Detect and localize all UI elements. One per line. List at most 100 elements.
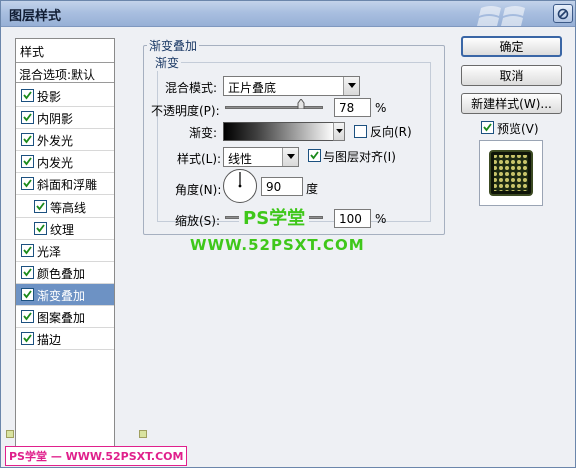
- checkmark-icon: [483, 123, 492, 132]
- opacity-value: 78: [339, 101, 355, 115]
- gradient-picker-dropdown[interactable]: [333, 122, 345, 141]
- styles-list: 样式 混合选项:默认 投影内阴影外发光内发光斜面和浮雕等高线纹理光泽颜色叠加渐变…: [15, 38, 115, 458]
- style-item-checkbox[interactable]: [21, 89, 34, 102]
- style-item-label: 内阴影: [37, 112, 74, 127]
- watermark-url: WWW.52PSXT.COM: [190, 236, 365, 254]
- checkmark-icon: [23, 91, 32, 100]
- style-item-checkbox[interactable]: [34, 221, 47, 235]
- gradient-subgroup-title: 渐变: [153, 54, 182, 71]
- opacity-slider-thumb[interactable]: [297, 99, 305, 109]
- cancel-button[interactable]: 取消: [461, 65, 562, 86]
- style-item[interactable]: 内发光: [16, 151, 114, 174]
- ok-button[interactable]: 确定: [461, 36, 562, 57]
- footer-watermark: PS学堂 — WWW.52PSXT.COM: [5, 446, 188, 466]
- new-style-button[interactable]: 新建样式(W)...: [461, 93, 562, 114]
- reverse-label: 反向(R): [370, 125, 412, 139]
- style-item[interactable]: 图案叠加: [16, 306, 114, 328]
- opacity-slider-track[interactable]: [225, 106, 323, 109]
- style-item-label: 图案叠加: [37, 311, 86, 325]
- style-item-label: 斜面和浮雕: [37, 178, 98, 193]
- ok-button-label: 确定: [499, 40, 524, 54]
- style-item-checkbox[interactable]: [34, 199, 47, 213]
- style-item[interactable]: 等高线: [16, 196, 114, 218]
- style-item-checkbox[interactable]: [21, 287, 34, 301]
- style-item-checkbox[interactable]: [21, 133, 34, 147]
- style-item-checkbox[interactable]: [21, 177, 34, 191]
- blend-options-item[interactable]: 混合选项:默认: [16, 63, 114, 83]
- gradient-preview[interactable]: [223, 122, 335, 141]
- dialog-title: 图层样式: [9, 9, 62, 24]
- style-item[interactable]: 纹理: [16, 218, 114, 240]
- layer-style-dialog: 图层样式 样式 混合选项:默认 投影内阴影外发光内发光斜面和浮雕等高线纹理光泽颜…: [0, 0, 576, 468]
- blend-options-label: 混合选项:默认: [19, 68, 96, 82]
- chevron-down-icon: [333, 123, 344, 140]
- scale-label: 缩放(S):: [175, 214, 221, 228]
- checkmark-icon: [23, 312, 32, 321]
- style-item-checkbox[interactable]: [21, 310, 34, 323]
- windows-logo-icon: [477, 6, 525, 26]
- align-with-layer-checkbox[interactable]: [308, 149, 321, 162]
- checkmark-icon: [23, 334, 32, 343]
- style-item-label: 光泽: [37, 244, 62, 259]
- style-item-label: 内发光: [37, 156, 74, 171]
- close-button[interactable]: [553, 4, 573, 23]
- checkmark-icon: [310, 151, 319, 160]
- opacity-unit: %: [375, 101, 387, 115]
- checkmark-icon: [36, 201, 45, 210]
- gradient-style-select[interactable]: 线性: [223, 147, 299, 167]
- blend-mode-select[interactable]: 正片叠底: [223, 76, 360, 96]
- close-x-icon: [557, 8, 569, 19]
- angle-dial-needle: [238, 172, 242, 188]
- angle-value: 90: [266, 180, 282, 194]
- scale-unit: %: [375, 212, 387, 226]
- style-item-label: 纹理: [50, 222, 75, 237]
- style-item-checkbox[interactable]: [21, 265, 34, 279]
- angle-input[interactable]: 90: [261, 177, 303, 196]
- preview-swatch-icon: [489, 150, 533, 196]
- preview-checkbox[interactable]: [481, 121, 494, 134]
- preview-label: 预览(V): [497, 122, 539, 136]
- scale-input[interactable]: 100: [334, 209, 371, 228]
- angle-dial[interactable]: [223, 169, 257, 203]
- title-bar: 图层样式: [1, 1, 575, 27]
- checkmark-icon: [23, 113, 32, 122]
- chevron-down-icon: [282, 148, 298, 166]
- style-item[interactable]: 斜面和浮雕: [16, 173, 114, 196]
- resize-grip-icon[interactable]: [6, 430, 14, 438]
- style-item[interactable]: 外发光: [16, 129, 114, 152]
- style-item-checkbox[interactable]: [21, 155, 34, 169]
- checkmark-icon: [23, 157, 32, 166]
- style-item-label: 颜色叠加: [37, 266, 86, 281]
- reverse-checkbox[interactable]: [354, 125, 367, 138]
- opacity-label: 不透明度(P):: [151, 104, 220, 118]
- new-style-button-label: 新建样式(W)...: [471, 97, 552, 111]
- style-item[interactable]: 投影: [16, 85, 114, 107]
- style-label: 样式(L):: [177, 152, 222, 166]
- style-item[interactable]: 颜色叠加: [16, 262, 114, 284]
- style-preview: [479, 140, 543, 206]
- style-item[interactable]: 渐变叠加: [16, 283, 114, 306]
- gradient-overlay-title: 渐变叠加: [147, 37, 200, 54]
- blend-mode-label: 混合模式:: [165, 81, 218, 95]
- style-item-checkbox[interactable]: [21, 111, 34, 125]
- style-item[interactable]: 描边: [16, 328, 114, 351]
- checkmark-icon: [23, 268, 32, 277]
- style-item-label: 投影: [37, 90, 62, 104]
- checkmark-icon: [23, 246, 32, 255]
- cancel-button-label: 取消: [499, 69, 524, 83]
- style-item-checkbox[interactable]: [21, 243, 34, 257]
- style-item[interactable]: 内阴影: [16, 107, 114, 130]
- gradient-style-value: 线性: [228, 152, 253, 166]
- opacity-input[interactable]: 78: [334, 98, 371, 117]
- angle-unit: 度: [306, 182, 319, 196]
- watermark-title: PS学堂: [239, 204, 310, 230]
- style-item-checkbox[interactable]: [21, 332, 34, 346]
- styles-header-label: 样式: [20, 45, 45, 59]
- checkmark-icon: [23, 179, 32, 188]
- chevron-down-icon: [343, 77, 359, 95]
- style-item[interactable]: 光泽: [16, 240, 114, 262]
- angle-label: 角度(N):: [175, 183, 222, 197]
- style-item-label: 外发光: [37, 134, 74, 149]
- styles-header[interactable]: 样式: [16, 39, 114, 63]
- resize-grip-icon[interactable]: [139, 430, 147, 438]
